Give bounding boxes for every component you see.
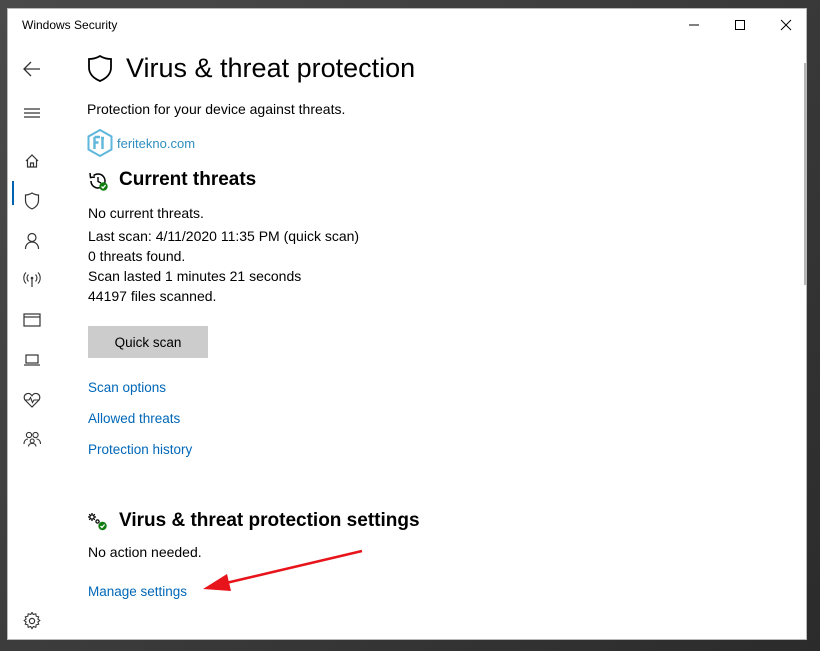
shield-icon [88,54,112,82]
person-icon [24,232,40,250]
sidebar-item-device-health[interactable] [8,380,56,420]
sidebar-item-home[interactable] [8,141,56,181]
protection-settings-heading: Virus & threat protection settings [119,510,420,531]
settings-check-icon [88,513,107,531]
sidebar-item-virus-protection[interactable] [8,181,56,221]
sidebar-item-family[interactable] [8,419,56,459]
gear-icon [23,612,41,630]
current-threats-heading: Current threats [119,169,257,190]
sidebar-item-settings[interactable] [8,601,56,641]
sidebar [8,41,56,641]
close-icon [780,19,792,31]
files-scanned: 44197 files scanned. [88,288,217,304]
sidebar-item-account[interactable] [8,221,56,261]
close-button[interactable] [763,9,809,41]
minimize-icon [689,24,699,26]
refresh-check-icon [89,172,108,191]
sidebar-item-device-security[interactable] [8,340,56,380]
heart-pulse-icon [23,392,41,408]
app-title: Windows Security [22,18,118,32]
hamburger-icon [24,108,40,118]
allowed-threats-link[interactable]: Allowed threats [88,411,180,426]
watermark: feritekno.com [87,129,195,157]
scan-options-link[interactable]: Scan options [88,380,166,395]
threats-found: 0 threats found. [88,248,186,264]
quick-scan-button[interactable]: Quick scan [88,326,208,358]
laptop-icon [24,354,40,366]
home-icon [25,154,39,168]
scan-duration: Scan lasted 1 minutes 21 seconds [88,268,302,284]
antenna-icon [23,272,41,287]
menu-button[interactable] [8,93,56,133]
maximize-button[interactable] [717,9,763,41]
page-title: Virus & threat protection [126,53,416,83]
shield-icon [24,192,40,210]
last-scan: Last scan: 4/11/2020 11:35 PM (quick sca… [88,228,360,244]
sidebar-item-firewall[interactable] [8,260,56,300]
back-button[interactable] [8,49,56,89]
windows-security-window: Windows Security Virus & threat protecti… [7,8,807,640]
feritekno-logo-icon [87,129,113,157]
page-subtitle: Protection for your device against threa… [87,101,346,117]
protection-history-link[interactable]: Protection history [88,442,192,457]
minimize-button[interactable] [671,9,717,41]
maximize-icon [735,20,745,30]
scrollbar[interactable] [804,63,806,285]
sidebar-item-app-browser[interactable] [8,300,56,340]
settings-status: No action needed. [88,544,202,560]
threat-status: No current threats. [88,205,204,221]
title-bar: Windows Security [8,9,806,41]
browser-icon [23,313,41,327]
family-icon [23,431,41,447]
watermark-text: feritekno.com [117,135,196,151]
back-arrow-icon [23,61,40,77]
manage-settings-link[interactable]: Manage settings [88,584,187,599]
